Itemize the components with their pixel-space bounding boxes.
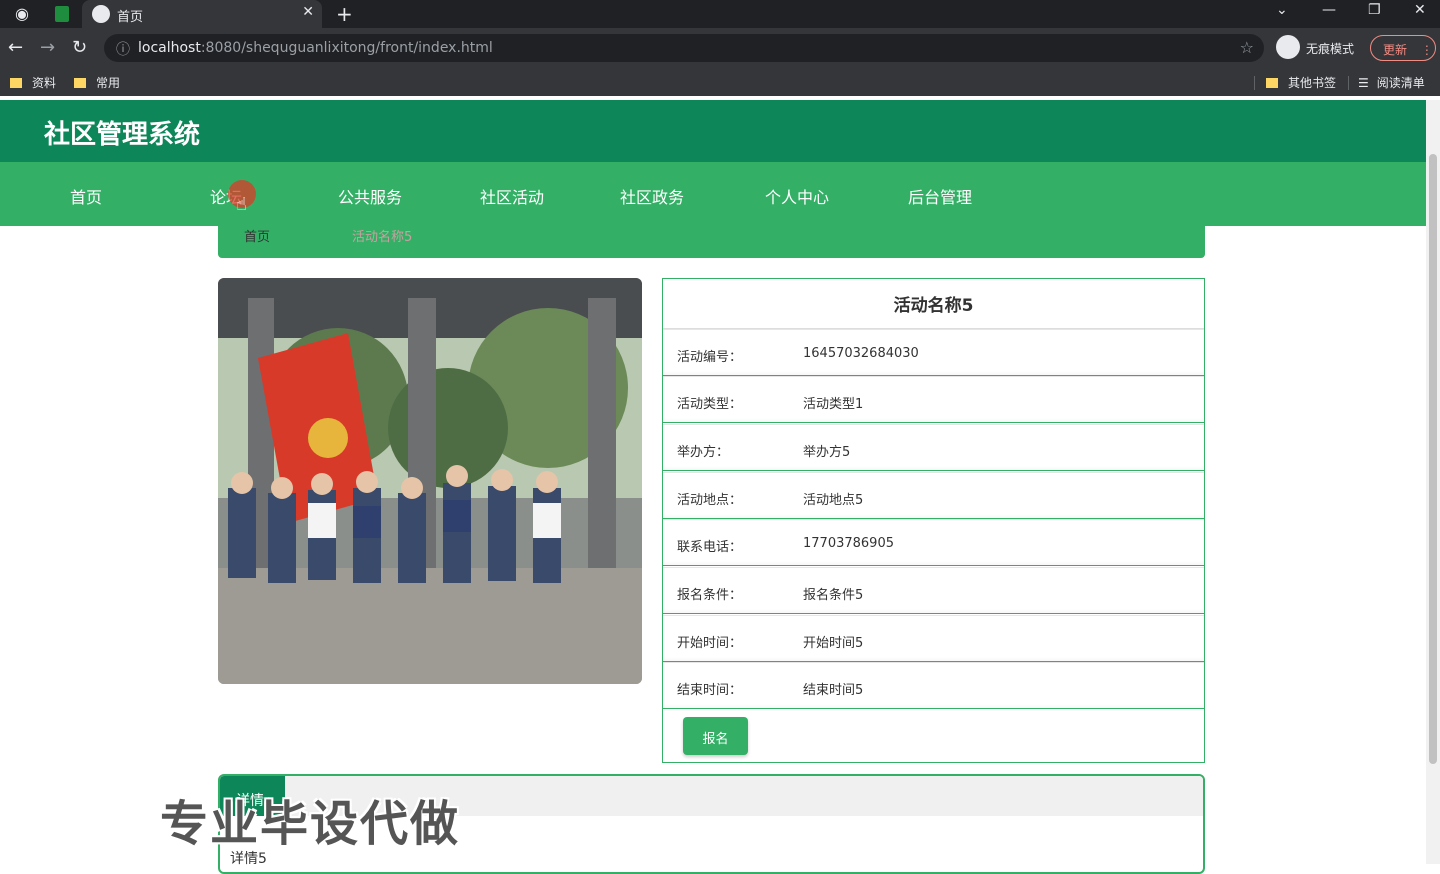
field-value: 举办方5 [803, 445, 851, 460]
nav-item-community-affairs[interactable]: 社区政务 [620, 184, 684, 208]
detail-row: 结束时间： 结束时间5 [663, 662, 1204, 709]
detail-row: 联系电话： 17703786905 [663, 519, 1204, 566]
sheets-tab-icon[interactable] [52, 4, 72, 24]
update-button[interactable]: 更新 ⋮ [1370, 35, 1436, 61]
bookmark-divider [1348, 76, 1349, 90]
reload-icon[interactable]: ↻ [72, 37, 87, 58]
forward-arrow-icon[interactable]: → [40, 37, 55, 58]
globe-icon [92, 5, 110, 23]
activity-photo [218, 278, 642, 684]
new-tab-button[interactable]: + [336, 2, 353, 26]
bookmark-folder[interactable]: 其他书签 [1266, 74, 1336, 91]
detail-row: 活动编号： 16457032684030 [663, 329, 1204, 376]
minimize-button[interactable]: — [1322, 2, 1336, 18]
field-value: 17703786905 [803, 536, 894, 551]
tab-title: 首页 [117, 10, 144, 25]
url-text[interactable]: localhost:8080/shequguanlixitong/front/i… [138, 40, 493, 56]
field-label: 举办方： [677, 445, 730, 460]
back-arrow-icon[interactable]: ← [8, 37, 23, 58]
url-field[interactable]: ⓘ localhost:8080/shequguanlixitong/front… [104, 34, 1264, 62]
page-scrollbar[interactable] [1426, 100, 1440, 864]
breadcrumb-current: 活动名称5 [352, 230, 413, 245]
close-window-button[interactable]: ✕ [1414, 2, 1426, 18]
field-label: 结束时间： [677, 683, 743, 698]
folder-icon [10, 78, 22, 88]
field-value: 活动地点5 [803, 493, 864, 508]
field-value: 16457032684030 [803, 346, 919, 361]
incognito-label: 无痕模式 [1306, 42, 1355, 56]
bookmark-divider [1254, 76, 1255, 90]
restore-button[interactable]: ❐ [1368, 2, 1381, 18]
field-label: 活动编号： [677, 350, 743, 365]
nav-item-home[interactable]: 首页 [70, 184, 102, 208]
signup-button[interactable]: 报名 [683, 717, 748, 755]
field-label: 联系电话： [677, 540, 743, 555]
browser-tab-bar: ◉ 首页 ✕ + ⌄ — ❐ ✕ [0, 0, 1440, 28]
main-nav: 首页 论坛 公共服务 社区活动 社区政务 个人中心 后台管理 [0, 162, 1426, 226]
field-value: 报名条件5 [803, 588, 864, 603]
hand-cursor-icon: ☝ [236, 194, 247, 215]
field-label: 开始时间： [677, 636, 743, 651]
tab-search-icon[interactable]: ⌄ [1276, 2, 1288, 18]
browser-logo-icon[interactable]: ◉ [10, 4, 34, 24]
site-header: 社区管理系统 [0, 100, 1426, 162]
detail-row: 开始时间： 开始时间5 [663, 615, 1204, 662]
active-tab[interactable]: 首页 ✕ [82, 0, 322, 28]
nav-item-admin[interactable]: 后台管理 [908, 184, 972, 208]
field-value: 开始时间5 [803, 636, 864, 651]
field-label: 活动类型： [677, 397, 743, 412]
scrollbar-thumb[interactable] [1429, 154, 1437, 764]
bookmark-folder[interactable]: 常用 [74, 74, 120, 91]
breadcrumb: 首页 活动名称5 [218, 226, 1205, 258]
nav-item-community-activity[interactable]: 社区活动 [480, 184, 544, 208]
incognito-icon [1276, 35, 1300, 59]
activity-detail-card: 活动名称5 活动编号： 16457032684030 活动类型： 活动类型1 举… [662, 278, 1205, 763]
field-label: 报名条件： [677, 588, 743, 603]
bookmark-star-icon[interactable]: ☆ [1240, 38, 1254, 57]
bookmarks-bar: 资料 常用 其他书签 ☰ 阅读清单 [0, 68, 1440, 96]
activity-title: 活动名称5 [663, 279, 1204, 329]
bookmark-folder[interactable]: 资料 [10, 74, 56, 91]
detail-row: 活动地点： 活动地点5 [663, 472, 1204, 519]
site-title: 社区管理系统 [44, 120, 201, 150]
detail-row: 报名条件： 报名条件5 [663, 567, 1204, 614]
detail-row: 活动类型： 活动类型1 [663, 376, 1204, 423]
detail-row: 举办方： 举办方5 [663, 424, 1204, 471]
folder-icon [74, 78, 86, 88]
field-value: 结束时间5 [803, 683, 864, 698]
tab-close-icon[interactable]: ✕ [302, 4, 314, 20]
reading-list[interactable]: ☰ 阅读清单 [1358, 74, 1425, 91]
field-value: 活动类型1 [803, 397, 864, 412]
breadcrumb-home[interactable]: 首页 [244, 226, 270, 245]
folder-icon [1266, 78, 1278, 88]
reading-list-icon: ☰ [1358, 76, 1369, 90]
nav-item-personal-center[interactable]: 个人中心 [765, 184, 829, 208]
field-label: 活动地点： [677, 493, 743, 508]
nav-item-public-service[interactable]: 公共服务 [338, 184, 402, 208]
watermark-text: 专业毕设代做 [160, 796, 461, 852]
address-bar-row: ← → ↻ ⓘ localhost:8080/shequguanlixitong… [0, 28, 1440, 68]
info-icon[interactable]: ⓘ [116, 39, 130, 59]
